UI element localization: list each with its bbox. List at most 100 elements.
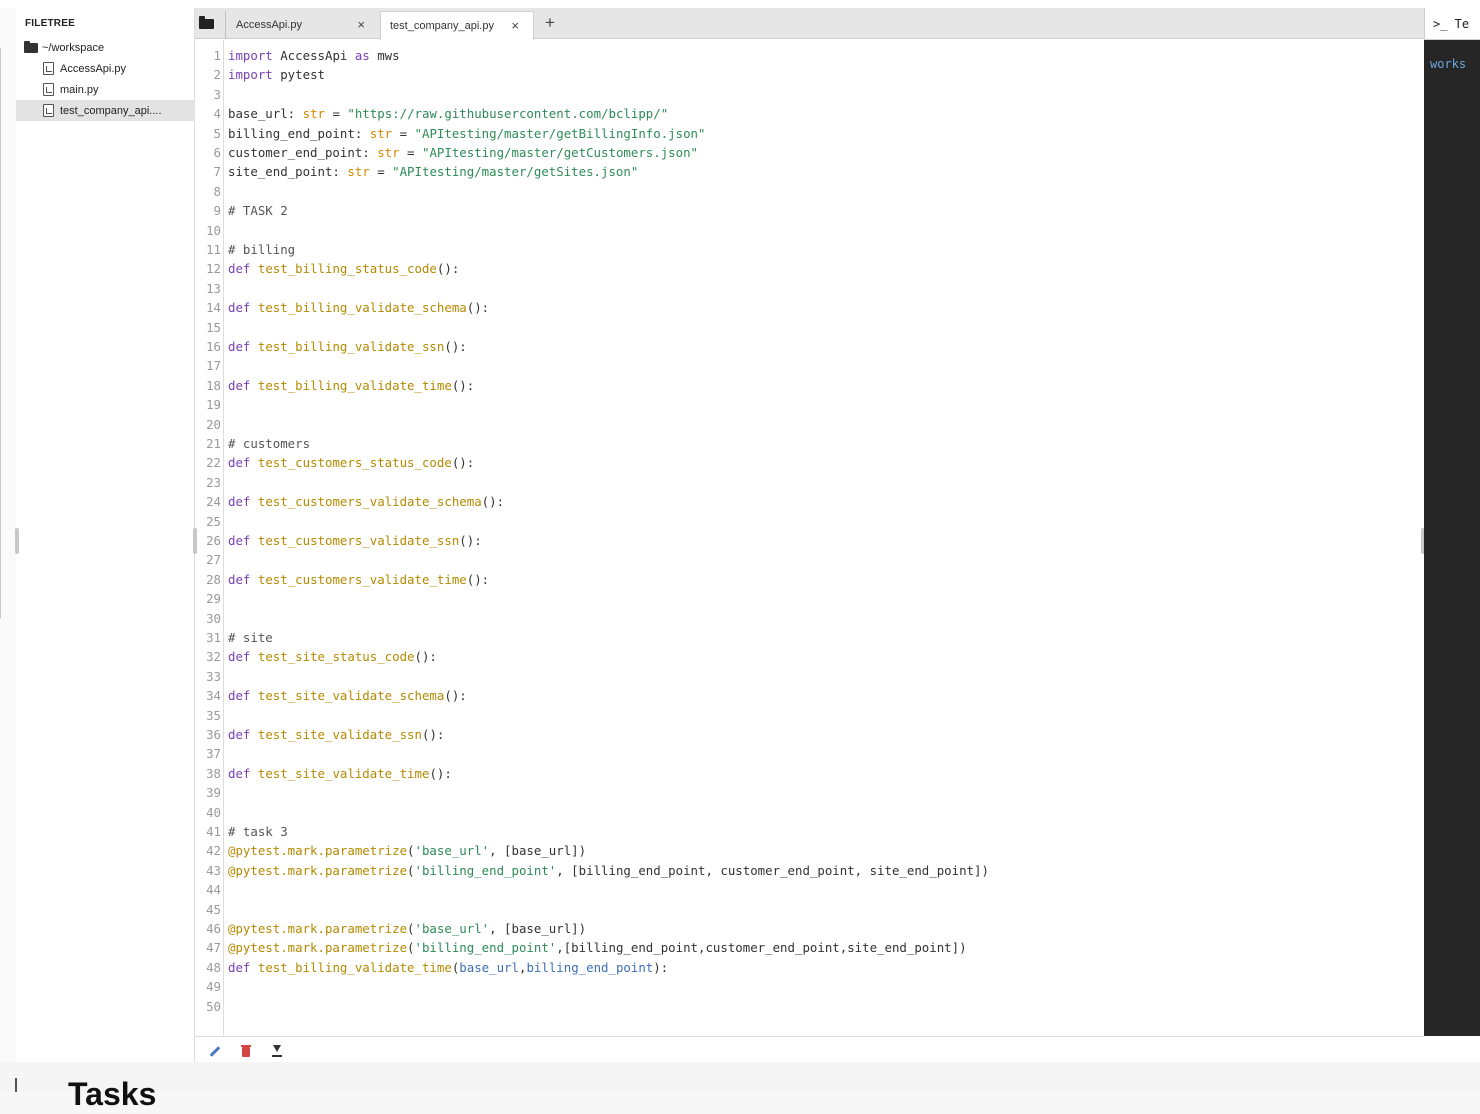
code-token: def	[228, 688, 251, 704]
code-token: def	[228, 727, 251, 742]
close-icon[interactable]: ×	[357, 17, 365, 32]
code-line[interactable]: 50	[195, 997, 1424, 1016]
code-line[interactable]: 24 def test_customers_validate_schema():	[195, 492, 1424, 511]
code-line-text: # TASK 2	[228, 201, 288, 220]
code-token: ():	[444, 688, 467, 704]
left-panel-splitter[interactable]	[15, 528, 19, 554]
code-token: # TASK 2	[228, 203, 288, 219]
code-line[interactable]: 15	[195, 318, 1424, 337]
line-number: 6	[213, 145, 221, 160]
code-line[interactable]: 44	[195, 880, 1424, 899]
code-line[interactable]: 48 def test_billing_validate_time(base_ur…	[195, 958, 1424, 977]
code-line[interactable]: 12 def test_billing_status_code():	[195, 259, 1424, 278]
code-line[interactable]: 4 base_url: str = "https://raw.githubuser…	[195, 104, 1424, 123]
code-token: ():	[414, 649, 437, 665]
left-scrollbar[interactable]	[0, 48, 1, 618]
tree-folder-workspace[interactable]: ~/workspace	[16, 37, 195, 58]
code-line[interactable]: 27	[195, 550, 1424, 569]
code-line[interactable]: 40	[195, 803, 1424, 822]
code-line[interactable]: 30	[195, 609, 1424, 628]
code-line[interactable]: 33	[195, 667, 1424, 686]
code-line[interactable]: 47 @pytest.mark.parametrize('billing_end_…	[195, 938, 1424, 957]
code-token: # site	[228, 630, 273, 645]
line-number: 42	[206, 843, 221, 859]
code-line[interactable]: 16 def test_billing_validate_ssn():	[195, 337, 1424, 356]
code-line[interactable]: 29	[195, 589, 1424, 608]
code-token: ():	[466, 571, 490, 587]
code-token: , [billing_end_point, customer_end_point…	[556, 862, 989, 878]
code-token: def	[228, 533, 251, 548]
code-token: 'billing_end_point'	[414, 940, 557, 956]
code-token: 'billing_end_point'	[414, 862, 557, 878]
code-line[interactable]: 18 def test_billing_validate_time():	[195, 376, 1424, 395]
code-line[interactable]: 13	[195, 279, 1424, 298]
terminal-prompt: works	[1430, 57, 1467, 71]
tab-test-company-api[interactable]: test_company_api.py ×	[380, 11, 534, 40]
code-token: str	[302, 106, 325, 122]
code-line[interactable]: 14 def test_billing_validate_schema():	[195, 298, 1424, 317]
code-line[interactable]: 20	[195, 415, 1424, 434]
code-line[interactable]: 22 def test_customers_status_code():	[195, 453, 1424, 472]
code-line[interactable]: 39	[195, 783, 1424, 802]
code-line[interactable]: 3	[195, 85, 1424, 104]
code-line[interactable]: 45	[195, 900, 1424, 919]
open-folder-button[interactable]	[199, 16, 215, 30]
line-number: 39	[206, 785, 221, 801]
code-line[interactable]: 41 # task 3	[195, 822, 1424, 841]
code-token: test_billing_validate_time	[257, 959, 452, 975]
close-icon[interactable]: ×	[511, 18, 519, 33]
code-token: str	[347, 164, 370, 180]
tree-file-main[interactable]: main.py	[16, 79, 195, 100]
code-line[interactable]: 21 # customers	[195, 434, 1424, 453]
file-tree-title: FILETREE	[25, 18, 75, 29]
tasks-heading: Tasks	[68, 1076, 157, 1112]
code-line[interactable]: 11 # billing	[195, 240, 1424, 259]
tab-accessapi[interactable]: AccessApi.py ×	[225, 11, 379, 39]
code-line[interactable]: 2 import pytest	[195, 65, 1424, 84]
code-line[interactable]: 31 # site	[195, 628, 1424, 647]
code-line[interactable]: 43 @pytest.mark.parametrize('billing_end_…	[195, 861, 1424, 880]
download-icon[interactable]	[269, 1044, 283, 1058]
code-line[interactable]: 9 # TASK 2	[195, 201, 1424, 220]
code-line[interactable]: 25	[195, 512, 1424, 531]
code-line[interactable]: 7 site_end_point: str = "APItesting/maste…	[195, 162, 1424, 181]
code-line[interactable]: 19	[195, 395, 1424, 414]
code-line[interactable]: 46 @pytest.mark.parametrize('base_url', […	[195, 919, 1424, 938]
code-line[interactable]: 8	[195, 182, 1424, 201]
line-number: 47	[206, 940, 221, 956]
line-number: 46	[206, 921, 221, 936]
trash-icon[interactable]	[239, 1044, 253, 1058]
tree-file-accessapi[interactable]: AccessApi.py	[16, 58, 195, 79]
code-line[interactable]: 26 def test_customers_validate_ssn():	[195, 531, 1424, 550]
code-line[interactable]: 36 def test_site_validate_ssn():	[195, 725, 1424, 744]
terminal-tab[interactable]: >_ Te	[1424, 8, 1480, 40]
code-token: def	[228, 765, 251, 781]
filetree-editor-splitter[interactable]	[193, 528, 197, 554]
add-tab-button[interactable]: +	[545, 13, 555, 33]
code-line[interactable]: 32 def test_site_status_code():	[195, 647, 1424, 666]
tasks-section: Tasks	[0, 1062, 1480, 1112]
pencil-icon[interactable]	[207, 1044, 221, 1058]
code-line[interactable]: 10	[195, 221, 1424, 240]
code-token: ():	[451, 377, 475, 393]
code-line[interactable]: 1 import AccessApi as mws	[195, 46, 1424, 65]
terminal-output[interactable]: works	[1424, 40, 1480, 1036]
code-line[interactable]: 28 def test_customers_validate_time():	[195, 570, 1424, 589]
code-line[interactable]: 34 def test_site_validate_schema():	[195, 686, 1424, 705]
code-line[interactable]: 37	[195, 744, 1424, 763]
code-line[interactable]: 23	[195, 473, 1424, 492]
code-line[interactable]: 5 billing_end_point: str = "APItesting/ma…	[195, 124, 1424, 143]
code-line[interactable]: 17	[195, 356, 1424, 375]
code-token: as	[354, 48, 370, 63]
code-line[interactable]: 42 @pytest.mark.parametrize('base_url', […	[195, 841, 1424, 860]
tree-file-test-company-api[interactable]: test_company_api....	[16, 100, 195, 121]
code-line[interactable]: 49	[195, 977, 1424, 996]
code-line[interactable]: 35	[195, 706, 1424, 725]
code-line[interactable]: 6 customer_end_point: str = "APItesting/m…	[195, 143, 1424, 162]
code-line[interactable]: 38 def test_site_validate_time():	[195, 764, 1424, 783]
line-number: 24	[206, 494, 221, 510]
